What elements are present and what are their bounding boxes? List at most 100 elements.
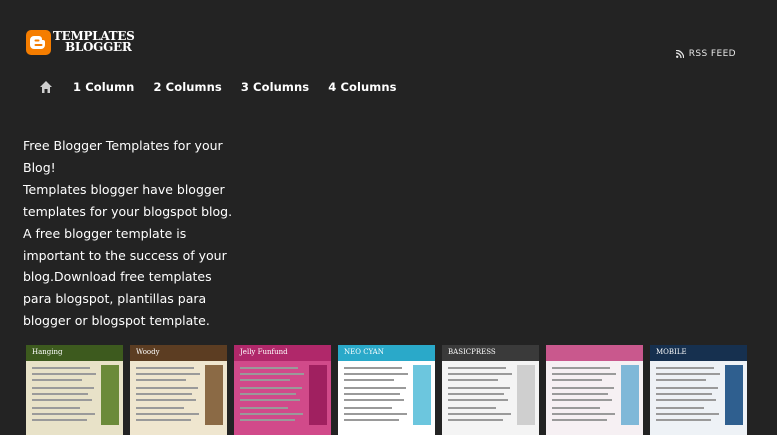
thumbnail-text-line [344,367,402,369]
site-header: TEMPLATES BLOGGER RSS FEED [0,0,777,120]
thumbnail-text-line [240,379,290,381]
home-icon[interactable] [39,80,53,94]
thumbnail-text-line [240,407,288,409]
template-thumbnail[interactable]: BASICPRESS [442,345,539,435]
thumbnail-title: BASICPRESS [448,348,496,356]
intro-line: important to the success of your [23,247,227,263]
thumbnail-text-line [448,387,510,389]
thumbnail-title: MOBILE [656,348,687,356]
thumbnail-text-line [552,387,614,389]
thumbnail-text-line [552,373,616,375]
thumbnail-text-line [240,399,300,401]
thumbnail-text-line [32,387,94,389]
thumbnail-text-line [448,413,511,415]
thumbnail-sidebar [309,365,327,425]
nav-item-3-columns[interactable]: 3 Columns [241,80,309,94]
intro-text: Free Blogger Templates for your Blog! Te… [23,135,248,332]
thumbnail-text-line [344,387,406,389]
thumbnail-text-line [552,413,615,415]
thumbnail-sidebar [725,365,743,425]
thumbnail-sidebar [413,365,431,425]
thumbnail-text-line [448,373,512,375]
thumbnail-text-line [448,393,504,395]
thumbnail-text-line [344,413,407,415]
nav-item-4-columns[interactable]: 4 Columns [328,80,396,94]
template-thumbnails: Hanging Woody Jelly Funfund NEO CYAN BAS… [26,345,747,435]
thumbnail-text-line [136,407,184,409]
thumbnail-text-line [136,379,186,381]
main-nav: 1 Column 2 Columns 3 Columns 4 Columns [39,78,416,96]
thumbnail-text-line [344,393,400,395]
nav-item-1-column[interactable]: 1 Column [73,80,134,94]
thumbnail-title: Woody [136,348,160,356]
thumbnail-text-line [448,407,496,409]
rss-icon [675,50,684,58]
thumbnail-text-line [136,367,194,369]
thumbnail-sidebar [621,365,639,425]
thumbnail-text-line [448,399,508,401]
thumbnail-text-line [32,373,96,375]
thumbnail-text-line [32,407,80,409]
thumbnail-text-line [32,413,95,415]
thumbnail-text-line [344,379,394,381]
thumbnail-text-line [136,373,200,375]
thumbnail-text-line [656,399,716,401]
thumbnail-text-line [344,407,392,409]
thumbnail-sidebar [101,365,119,425]
intro-line: Blog! [23,159,56,175]
thumbnail-text-line [32,399,92,401]
thumbnail-sidebar [205,365,223,425]
thumbnail-text-line [136,387,198,389]
thumbnail-text-line [136,399,196,401]
template-thumbnail[interactable]: Hanging [26,345,123,435]
blogger-icon [26,29,51,55]
thumbnail-text-line [552,367,610,369]
site-logo[interactable]: TEMPLATES BLOGGER [26,28,135,56]
thumbnail-text-line [136,419,191,421]
thumbnail-title: Jelly Funfund [240,348,288,356]
rss-feed-link[interactable]: RSS FEED [675,49,736,59]
intro-line: blogger or blogspot template. [23,313,210,329]
thumbnail-text-line [656,393,712,395]
thumbnail-sidebar [517,365,535,425]
thumbnail-text-line [240,387,302,389]
thumbnail-text-line [240,373,304,375]
thumbnail-text-line [656,379,706,381]
thumbnail-text-line [136,393,192,395]
thumbnail-text-line [32,419,87,421]
thumbnail-text-line [136,413,199,415]
nav-item-2-columns[interactable]: 2 Columns [153,80,221,94]
thumbnail-text-line [656,387,718,389]
thumbnail-text-line [240,367,298,369]
thumbnail-text-line [448,367,506,369]
rss-label: RSS FEED [688,49,736,59]
thumbnail-text-line [552,407,600,409]
thumbnail-text-line [656,419,711,421]
thumbnail-text-line [656,407,704,409]
intro-line: templates for your blogspot blog. [23,203,233,219]
thumbnail-text-line [344,373,408,375]
thumbnail-text-line [240,419,295,421]
thumbnail-header [546,345,643,361]
thumbnail-text-line [32,367,90,369]
thumbnail-text-line [656,367,714,369]
thumbnail-text-line [344,399,404,401]
intro-line: Free Blogger Templates for your [23,138,223,153]
thumbnail-text-line [656,413,719,415]
intro-line: Templates blogger have blogger [23,181,225,197]
intro-line: A free blogger template is [23,225,187,241]
intro-line: para blogspot, plantillas para [23,291,207,307]
logo-text: TEMPLATES BLOGGER [53,30,135,53]
template-thumbnail[interactable]: MOBILE [650,345,747,435]
thumbnail-title: Hanging [32,348,63,356]
thumbnail-text-line [552,379,602,381]
thumbnail-text-line [240,393,296,395]
thumbnail-text-line [32,379,82,381]
thumbnail-text-line [240,413,303,415]
thumbnail-text-line [344,419,399,421]
thumbnail-text-line [448,419,503,421]
template-thumbnail[interactable]: Jelly Funfund [234,345,331,435]
template-thumbnail[interactable]: NEO CYAN [338,345,435,435]
template-thumbnail[interactable]: Woody [130,345,227,435]
template-thumbnail[interactable] [546,345,643,435]
